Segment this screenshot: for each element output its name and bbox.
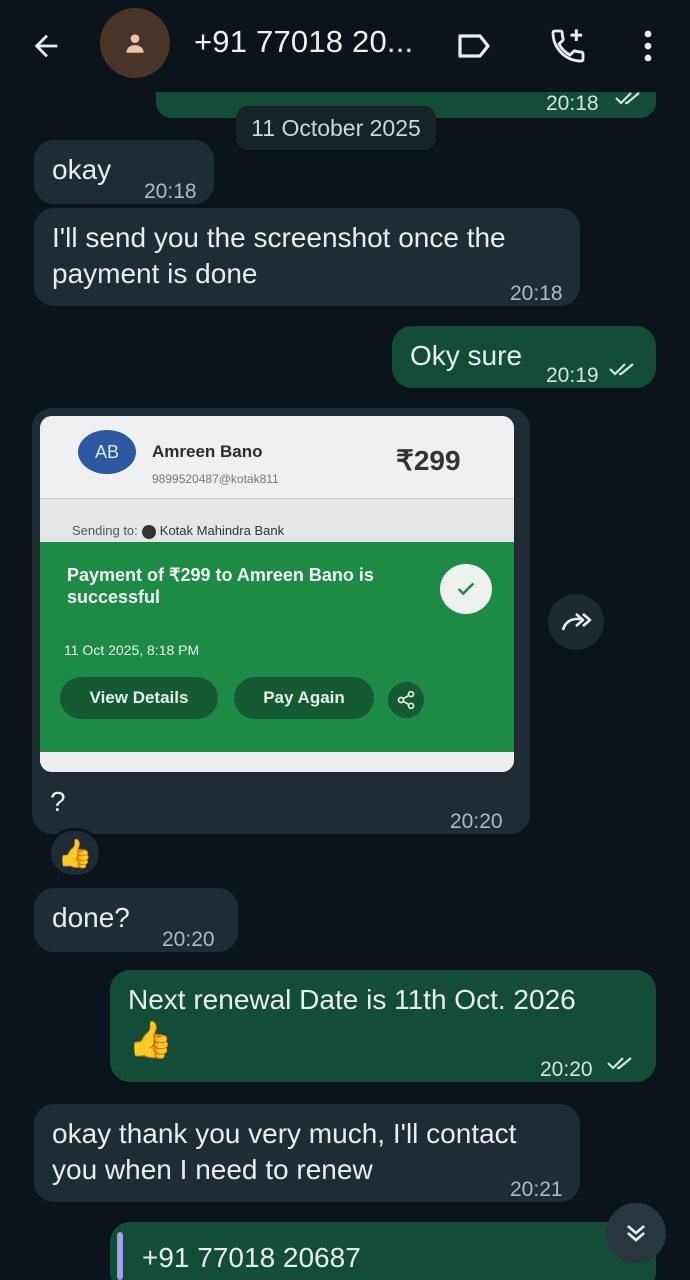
- sending-to-row: Sending to: Kotak Mahindra Bank: [40, 498, 514, 542]
- payment-status: Payment of ₹299 to Amreen Bano is succes…: [67, 565, 374, 607]
- image-caption: ?: [50, 786, 66, 817]
- payment-footer: [40, 752, 514, 772]
- bank-logo-icon: [141, 524, 156, 539]
- share-icon: [388, 682, 424, 718]
- payment-amount: ₹299: [396, 445, 461, 476]
- payee-initials: AB: [78, 430, 136, 474]
- payee-upi: 9899520487@kotak811: [152, 472, 279, 486]
- pay-again-button: Pay Again: [234, 677, 374, 719]
- contact-name[interactable]: +91 77018 20...: [194, 24, 413, 60]
- message-time: 20:20: [162, 928, 215, 951]
- forward-icon[interactable]: [548, 594, 604, 650]
- message-bubble[interactable]: okay thank you very much, I'll contact y…: [34, 1104, 580, 1202]
- image-message[interactable]: AB Amreen Bano 9899520487@kotak811 ₹299 …: [32, 408, 530, 834]
- message-text: Oky sure: [410, 340, 523, 371]
- message-text: okay thank you very much, I'll contact y…: [52, 1118, 517, 1185]
- back-arrow-icon[interactable]: [22, 22, 70, 70]
- message-time: 20:18: [144, 180, 197, 203]
- message-bubble[interactable]: +91 77018 20687: [110, 1222, 656, 1280]
- message-time: 20:18: [510, 282, 563, 305]
- add-call-icon[interactable]: [544, 22, 592, 70]
- double-check-icon: [607, 1057, 632, 1070]
- message-text: done?: [52, 902, 130, 933]
- message-time: 20:19: [546, 364, 599, 387]
- message-time: 20:20: [450, 810, 503, 833]
- message-time: 20:20: [540, 1058, 593, 1081]
- message-bubble[interactable]: Next renewal Date is 11th Oct. 2026 👍 20…: [110, 970, 656, 1082]
- chat-header: +91 77018 20...: [0, 0, 690, 92]
- message-bubble[interactable]: okay 20:18: [34, 140, 214, 204]
- message-text: I'll send you the screenshot once the pa…: [52, 222, 506, 289]
- avatar[interactable]: [100, 8, 170, 78]
- quote-bar: [117, 1232, 123, 1280]
- payment-datetime: 11 Oct 2025, 8:18 PM: [64, 642, 200, 658]
- message-text: Next renewal Date is 11th Oct. 2026: [128, 984, 576, 1015]
- quoted-contact: +91 77018 20687: [142, 1242, 361, 1273]
- bank-name: Kotak Mahindra Bank: [159, 523, 285, 538]
- label-icon[interactable]: [450, 22, 498, 70]
- chevron-down-icon: [626, 1225, 646, 1242]
- view-details-button: View Details: [60, 677, 218, 719]
- avatar-icon: [126, 34, 144, 53]
- reaction-emoji[interactable]: 👍: [48, 828, 102, 878]
- message-bubble[interactable]: done? 20:20: [34, 888, 238, 952]
- message-bubble[interactable]: Oky sure 20:19: [392, 326, 656, 388]
- payment-screenshot[interactable]: AB Amreen Bano 9899520487@kotak811 ₹299 …: [40, 416, 514, 772]
- scroll-down-button[interactable]: [606, 1203, 666, 1263]
- payment-header: AB Amreen Bano 9899520487@kotak811 ₹299: [40, 416, 514, 498]
- payment-status-panel: Payment of ₹299 to Amreen Bano is succes…: [40, 542, 514, 752]
- double-check-icon: [615, 92, 640, 105]
- date-chip: 11 October 2025: [236, 106, 436, 150]
- message-bubble[interactable]: I'll send you the screenshot once the pa…: [34, 208, 580, 306]
- more-vert-icon[interactable]: [624, 22, 672, 70]
- double-check-icon: [609, 363, 634, 376]
- thumbs-up-emoji: 👍: [128, 1019, 173, 1060]
- message-text: okay: [52, 154, 112, 185]
- message-time: 20:21: [510, 1178, 563, 1201]
- check-icon: [440, 564, 492, 614]
- sending-label: Sending to:: [72, 523, 138, 538]
